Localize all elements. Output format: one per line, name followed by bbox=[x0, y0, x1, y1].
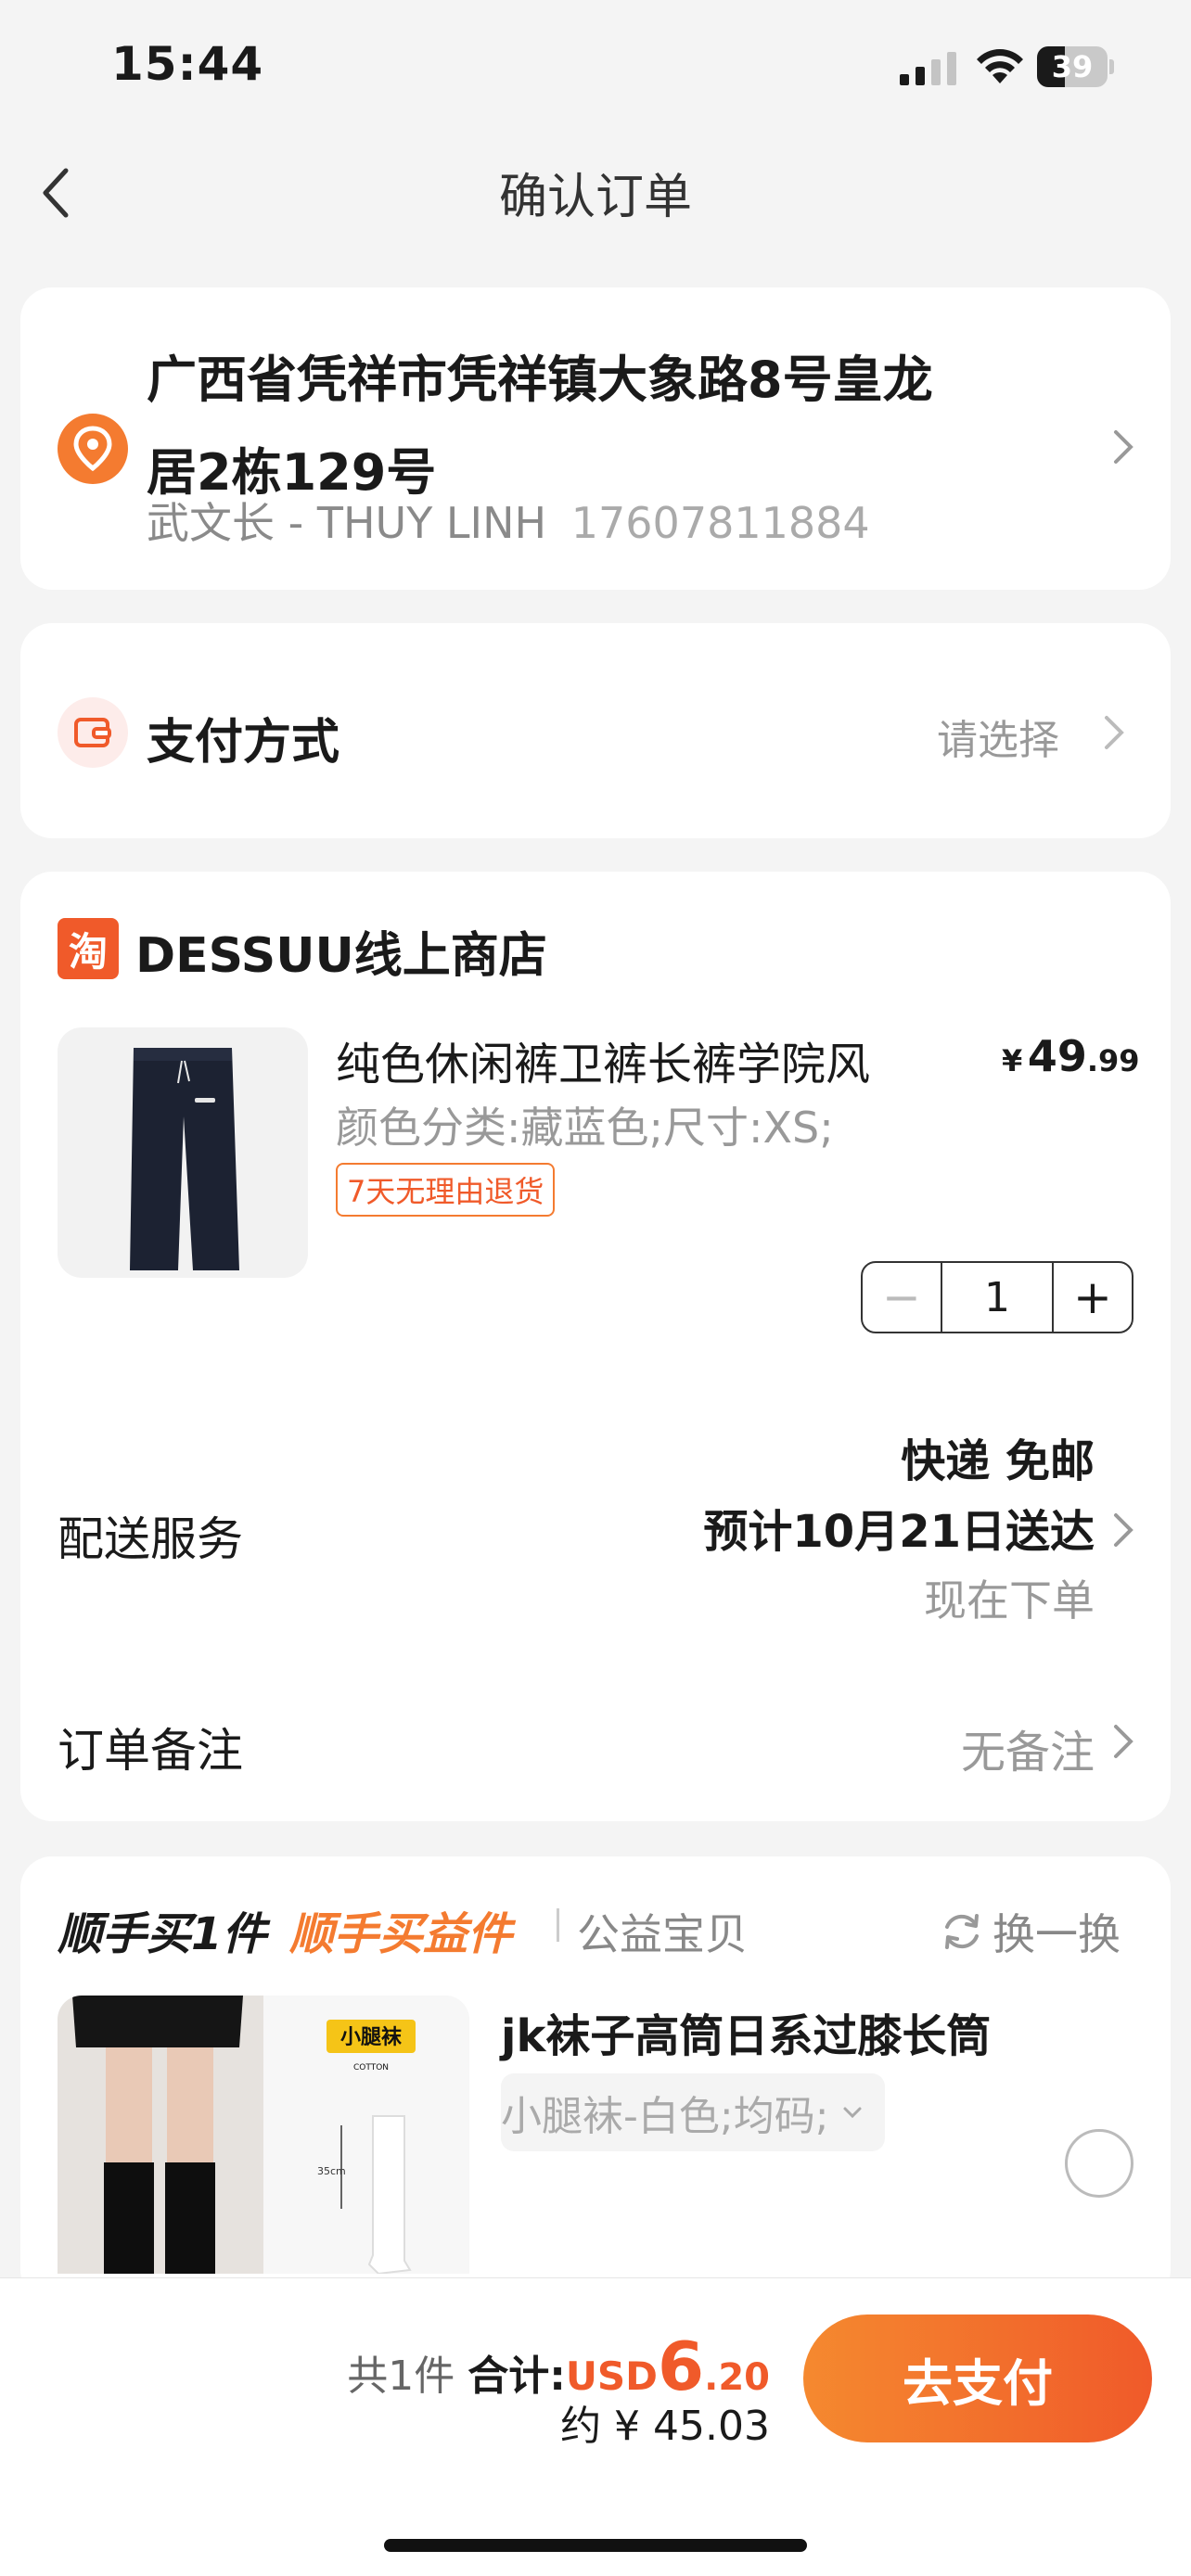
pay-button[interactable]: 去支付 bbox=[803, 2315, 1152, 2442]
taobao-logo: 淘 bbox=[58, 918, 119, 979]
payment-label: 支付方式 bbox=[147, 715, 340, 771]
item-count: 共1件 bbox=[347, 2353, 455, 2400]
contact-phone: 17607811884 bbox=[570, 498, 870, 548]
payment-chevron-right-icon bbox=[1100, 712, 1128, 753]
order-note-label: 订单备注 bbox=[58, 1724, 243, 1778]
order-card bbox=[20, 872, 1171, 1821]
pants-image bbox=[130, 1048, 239, 1270]
product-price: ¥ 49.99 bbox=[1002, 1031, 1140, 1081]
recommend-product-image[interactable]: 小腿袜 COTTON 35cm bbox=[58, 1996, 469, 2274]
swap-label: 换一换 bbox=[992, 1909, 1121, 1959]
chevron-down-icon bbox=[843, 2107, 862, 2119]
recommend-subtitle: 顺手买益件 bbox=[289, 1908, 513, 1960]
battery-level: 39 bbox=[1051, 49, 1094, 84]
status-time: 15:44 bbox=[111, 37, 264, 91]
shipping-eta[interactable]: 预计10月21日送达 bbox=[703, 1495, 1095, 1560]
shipping-note: 现在下单 bbox=[924, 1575, 1095, 1626]
refresh-icon bbox=[945, 1914, 979, 1949]
shipping-method[interactable]: 快递 免邮 bbox=[901, 1424, 1095, 1489]
charity-label: 公益宝贝 bbox=[577, 1909, 748, 1959]
return-policy-tag: 7天无理由退货 bbox=[336, 1163, 556, 1217]
location-pin-icon bbox=[58, 414, 128, 484]
socks-image: 小腿袜 COTTON 35cm bbox=[58, 1996, 469, 2274]
product-spec: 颜色分类:藏蓝色;尺寸:XS; bbox=[336, 1103, 834, 1153]
back-button[interactable] bbox=[28, 156, 83, 230]
recommend-spec-select[interactable]: 小腿袜-白色;均码; bbox=[501, 2073, 885, 2151]
product-title[interactable]: 纯色休闲裤卫裤长裤学院风 bbox=[336, 1027, 870, 1092]
payment-select[interactable]: 请选择 bbox=[937, 707, 1059, 766]
battery-icon: 39 bbox=[1037, 46, 1114, 87]
socks-brand-badge: 小腿袜 bbox=[340, 2025, 402, 2049]
shipping-label: 配送服务 bbox=[58, 1512, 243, 1566]
swap-button[interactable]: 换一换 bbox=[939, 1901, 1121, 1962]
address-contact: 武文长 - THUY LINH 17607811884 bbox=[147, 490, 870, 551]
chevron-left-icon bbox=[43, 168, 69, 218]
cellular-signal-icon bbox=[900, 52, 956, 85]
recommend-title: 顺手买1件 bbox=[58, 1908, 267, 1960]
recommend-spec-value: 小腿袜-白色;均码; bbox=[501, 2093, 829, 2140]
quantity-value[interactable]: 1 bbox=[942, 1263, 1052, 1332]
socks-size-label: 35cm bbox=[317, 2165, 346, 2177]
wallet-icon bbox=[58, 697, 128, 768]
note-chevron-right-icon[interactable] bbox=[1109, 1721, 1137, 1762]
address-chevron-right-icon bbox=[1109, 427, 1137, 467]
socks-brand-sub: COTTON bbox=[353, 2063, 389, 2072]
total-label: 合计: bbox=[467, 2353, 566, 2400]
quantity-increase-button[interactable]: + bbox=[1052, 1263, 1132, 1332]
wifi-icon bbox=[977, 49, 1023, 83]
quantity-decrease-button[interactable]: − bbox=[863, 1263, 942, 1332]
approx-total: 约 ¥ 45.03 bbox=[560, 2403, 770, 2450]
contact-name: 武文长 - THUY LINH bbox=[147, 498, 547, 548]
quantity-stepper: − 1 + bbox=[861, 1261, 1133, 1333]
recommend-select-radio[interactable] bbox=[1065, 2129, 1133, 2198]
product-image[interactable] bbox=[58, 1027, 308, 1278]
recommend-product-name[interactable]: jk袜子高筒日系过膝长筒 bbox=[501, 1999, 991, 2064]
order-note-value[interactable]: 无备注 bbox=[961, 1715, 1095, 1780]
address-line-1: 广西省凭祥市凭祥镇大象路8号皇龙 bbox=[147, 351, 933, 409]
home-indicator[interactable] bbox=[384, 2539, 807, 2552]
page-title: 确认订单 bbox=[498, 170, 692, 225]
shop-name[interactable]: DESSUU线上商店 bbox=[135, 916, 547, 986]
shipping-chevron-right-icon[interactable] bbox=[1109, 1510, 1137, 1550]
divider bbox=[557, 1908, 559, 1942]
